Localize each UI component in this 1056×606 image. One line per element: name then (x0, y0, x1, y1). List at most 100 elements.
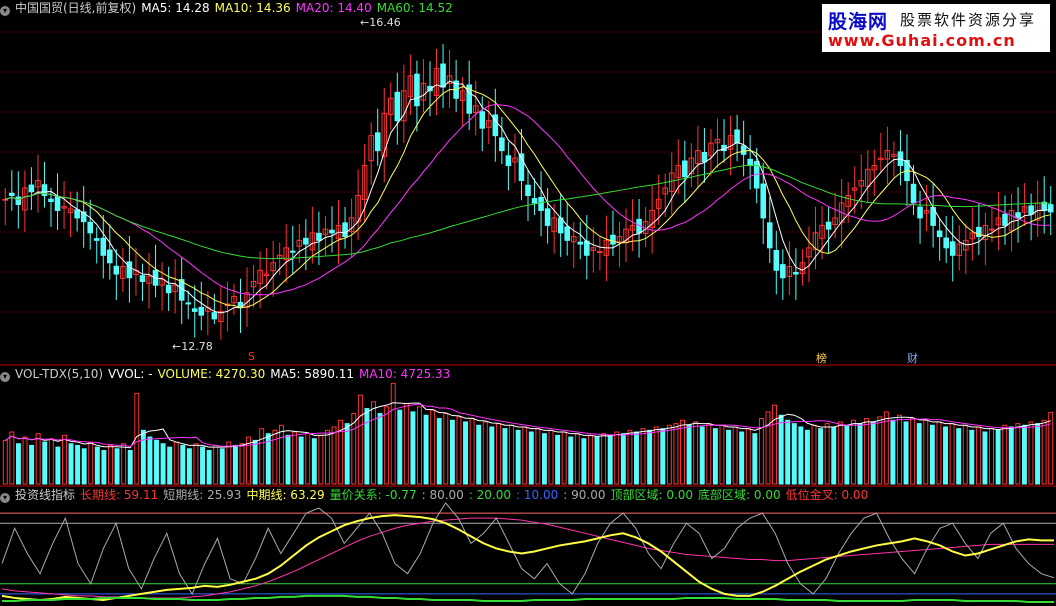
volume-bar (870, 421, 876, 485)
volume-bar (371, 401, 376, 485)
candle-body (577, 241, 584, 245)
volume-bar (430, 409, 436, 485)
volume-bar (712, 428, 718, 485)
price-panel-title: 中国国贸(日线,前复权) (15, 1, 137, 15)
volume-bar (476, 424, 482, 485)
volume-legend-1: VOLUME: 4270.30 (157, 367, 266, 381)
candle-body (289, 250, 296, 253)
volume-bar (660, 428, 666, 485)
volume-bar (9, 431, 15, 485)
marker-rank[interactable]: 榜 (816, 350, 827, 366)
candle-body (87, 221, 93, 234)
volume-bar (607, 434, 613, 485)
volume-bar (1002, 424, 1008, 485)
volume-bar (285, 434, 291, 485)
indicator-line-2 (1, 514, 1054, 601)
volume-bar (943, 426, 948, 485)
volume-bar (305, 433, 311, 485)
volume-bar (587, 434, 593, 485)
volume-bar (877, 416, 883, 485)
indicator-legend-5: : 20.00 (468, 488, 512, 502)
volume-bar (574, 433, 580, 485)
candle-body (48, 198, 54, 202)
volume-bar (910, 418, 916, 485)
marker-s[interactable]: S (248, 350, 255, 363)
volume-bar (844, 424, 850, 485)
volume-panel-title: VOL-TDX(5,10) (15, 367, 104, 381)
volume-bar (831, 426, 837, 485)
volume-bar (1041, 419, 1047, 485)
volume-bar (502, 428, 508, 485)
volume-bar (15, 443, 21, 485)
volume-bar (528, 431, 534, 485)
volume-bar (975, 426, 981, 485)
volume-bar (555, 434, 561, 485)
candle-body (107, 249, 113, 264)
volume-bar (200, 446, 206, 485)
indicator-legend-10: 低位金叉: 0.00 (785, 488, 869, 502)
volume-bar (850, 419, 856, 485)
candle-body (211, 312, 218, 320)
marker-finance[interactable]: 财 (907, 350, 918, 366)
volume-bar (706, 423, 712, 485)
volume-bar (804, 429, 810, 485)
volume-bar (791, 423, 797, 485)
volume-bar (186, 448, 192, 485)
candle-body (479, 111, 486, 129)
candle-body (564, 226, 570, 241)
volume-bar (114, 448, 120, 485)
collapse-icon[interactable]: ▾ (0, 6, 10, 16)
candle-body (544, 208, 551, 226)
volume-bar (509, 424, 515, 485)
candle-body (610, 234, 616, 245)
volume-bar (206, 449, 212, 485)
volume-bar (1028, 421, 1034, 485)
volume-bar (42, 441, 48, 485)
candle-body (113, 265, 120, 275)
volume-bar (594, 436, 600, 485)
volume-bar (410, 411, 416, 485)
volume-legend-2: MA5: 5890.11 (270, 367, 354, 381)
volume-bar (482, 421, 488, 485)
volume-bar (620, 433, 626, 485)
candle-body (198, 306, 205, 316)
volume-bar (699, 426, 705, 485)
candle-body (825, 221, 832, 230)
indicator-legend-8: 顶部区域: 0.00 (610, 488, 694, 502)
volume-bar (48, 438, 54, 485)
candle-body (499, 137, 505, 152)
volume-bar (311, 438, 317, 485)
candle-body (943, 237, 949, 249)
candle-body (329, 229, 335, 234)
indicator-panel-header: ▾ 投资线指标 长期线: 59.11 短期线: 25.93 中期线: 63.29 量价关系… (0, 487, 878, 503)
volume-bar (140, 429, 146, 485)
volume-bar (969, 429, 975, 485)
volume-panel (2, 382, 1054, 485)
volume-bar (160, 443, 166, 485)
indicator-legend-1: 短期线: 25.93 (163, 488, 242, 502)
volume-bar (732, 426, 738, 485)
price-panel-header: ▾ 中国国贸(日线,前复权) MA5: 14.28 MA10: 14.36 MA20: … (0, 0, 463, 16)
volume-bar (252, 439, 258, 485)
volume-bar (121, 443, 127, 485)
volume-bar (2, 439, 8, 485)
candle-body (93, 238, 100, 241)
volume-bar (443, 413, 449, 485)
candle-body (760, 183, 767, 219)
candle-body (917, 206, 923, 219)
candle-body (74, 209, 80, 219)
candle-body (2, 198, 9, 201)
candle-body (28, 184, 35, 193)
volume-bar (634, 431, 639, 485)
volume-bar (495, 423, 501, 485)
volume-bar (213, 444, 219, 485)
candle-body (773, 249, 780, 271)
stock-chart-window: ▾ 中国国贸(日线,前复权) MA5: 14.28 MA10: 14.36 MA20: … (0, 0, 1056, 606)
volume-legend-0: VVOL: - (108, 367, 153, 381)
volume-bar (680, 419, 685, 485)
candle-body (734, 129, 740, 144)
volume-bar (436, 418, 442, 485)
candle-body (701, 151, 708, 163)
collapse-icon[interactable]: ▾ (0, 493, 10, 503)
collapse-icon[interactable]: ▾ (0, 372, 10, 382)
